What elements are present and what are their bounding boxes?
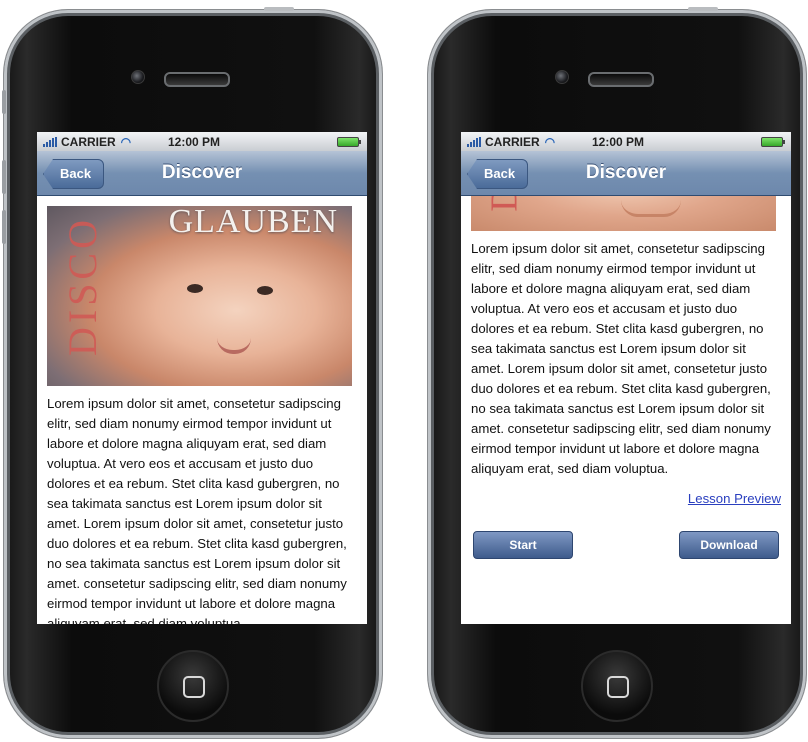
page-title: Discover (585, 162, 667, 183)
back-button[interactable]: Back (467, 159, 529, 189)
lesson-description: Lorem ipsum dolor sit amet, consetetur s… (47, 396, 347, 624)
iphone-right: CARRIER ◠ 12:00 PM Back Discover D Lorem… (428, 7, 806, 738)
camera-icon (555, 70, 569, 84)
hero-side-text: DISCO (60, 215, 106, 357)
content[interactable]: GLAUBEN DISCO Lorem ipsum dolor sit amet… (37, 196, 367, 624)
home-button-icon[interactable] (157, 650, 229, 722)
baby-mouth (217, 338, 251, 354)
wifi-icon: ◠ (544, 134, 556, 149)
volume-down-button (2, 210, 6, 244)
speaker-icon (588, 72, 654, 87)
hero-image-scrolled: D (471, 196, 776, 231)
power-button (688, 7, 718, 11)
home-button-icon[interactable] (581, 650, 653, 722)
screen: CARRIER ◠ 12:00 PM Back Discover D Lorem… (461, 132, 791, 624)
signal-icon (467, 136, 481, 147)
navigation-bar: Back Discover (37, 151, 367, 196)
camera-icon (131, 70, 145, 84)
lesson-preview-link[interactable]: Lesson Preview (471, 489, 781, 509)
baby-chin (621, 200, 681, 217)
carrier-label: CARRIER (61, 134, 116, 149)
navigation-bar: Back Discover (461, 151, 791, 196)
status-time: 12:00 PM (168, 134, 221, 149)
carrier-label: CARRIER (485, 134, 540, 149)
screen: CARRIER ◠ 12:00 PM Back Discover GLAUBEN… (37, 132, 367, 624)
battery-icon (337, 137, 361, 147)
baby-eye (257, 286, 273, 295)
back-button[interactable]: Back (43, 159, 105, 189)
content[interactable]: D Lorem ipsum dolor sit amet, consetetur… (461, 196, 791, 559)
power-button (264, 7, 294, 11)
iphone-left: CARRIER ◠ 12:00 PM Back Discover GLAUBEN… (2, 7, 382, 738)
volume-up-button (2, 160, 6, 194)
status-bar: CARRIER ◠ 12:00 PM (461, 132, 791, 151)
hero-image: GLAUBEN DISCO (47, 206, 352, 386)
battery-icon (761, 137, 785, 147)
mute-switch (2, 90, 6, 114)
lesson-description: Lorem ipsum dolor sit amet, consetetur s… (471, 241, 771, 476)
status-time: 12:00 PM (592, 134, 645, 149)
start-button[interactable]: Start (473, 531, 573, 559)
download-button[interactable]: Download (679, 531, 779, 559)
wifi-icon: ◠ (120, 134, 132, 149)
baby-eye (187, 284, 203, 293)
hero-side-text-fragment: D (483, 196, 526, 212)
speaker-icon (164, 72, 230, 87)
hero-title: GLAUBEN (168, 206, 338, 240)
action-buttons: Start Download (471, 531, 781, 559)
signal-icon (43, 136, 57, 147)
status-bar: CARRIER ◠ 12:00 PM (37, 132, 367, 151)
page-title: Discover (161, 162, 243, 183)
